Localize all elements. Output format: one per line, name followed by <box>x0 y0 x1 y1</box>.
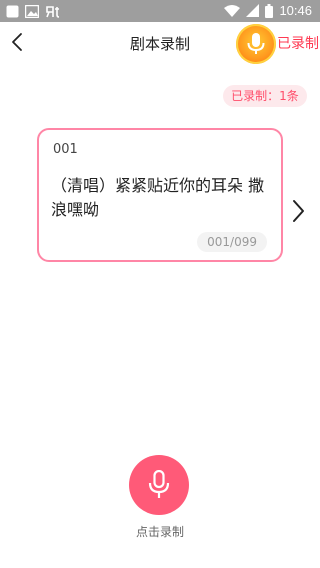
battery-icon <box>265 3 274 18</box>
record-label: 点击录制 <box>135 525 184 539</box>
notification-icon <box>6 5 19 18</box>
page-indicator: 001/099 <box>197 232 267 252</box>
microphone-icon <box>148 470 170 498</box>
floating-mic-button[interactable] <box>236 24 276 64</box>
script-card: 001 （清唱）紧紧贴近你的耳朵 撒浪嘿呦 001/099 <box>37 128 283 262</box>
recorded-link[interactable]: 已录制 <box>277 33 319 53</box>
status-bar: 10:46 <box>0 0 320 22</box>
script-number: 001 <box>53 142 78 157</box>
chevron-right-icon[interactable] <box>290 198 306 224</box>
recorded-count-badge: 已录制：1条 <box>223 85 307 107</box>
microphone-icon <box>247 33 265 54</box>
app-icon <box>46 6 60 18</box>
record-button[interactable] <box>129 455 189 515</box>
wifi-icon <box>224 5 241 17</box>
image-icon <box>25 5 39 18</box>
status-time: 10:46 <box>279 3 312 18</box>
script-text: （清唱）紧紧贴近你的耳朵 撒浪嘿呦 <box>51 176 265 219</box>
signal-icon <box>246 4 260 17</box>
